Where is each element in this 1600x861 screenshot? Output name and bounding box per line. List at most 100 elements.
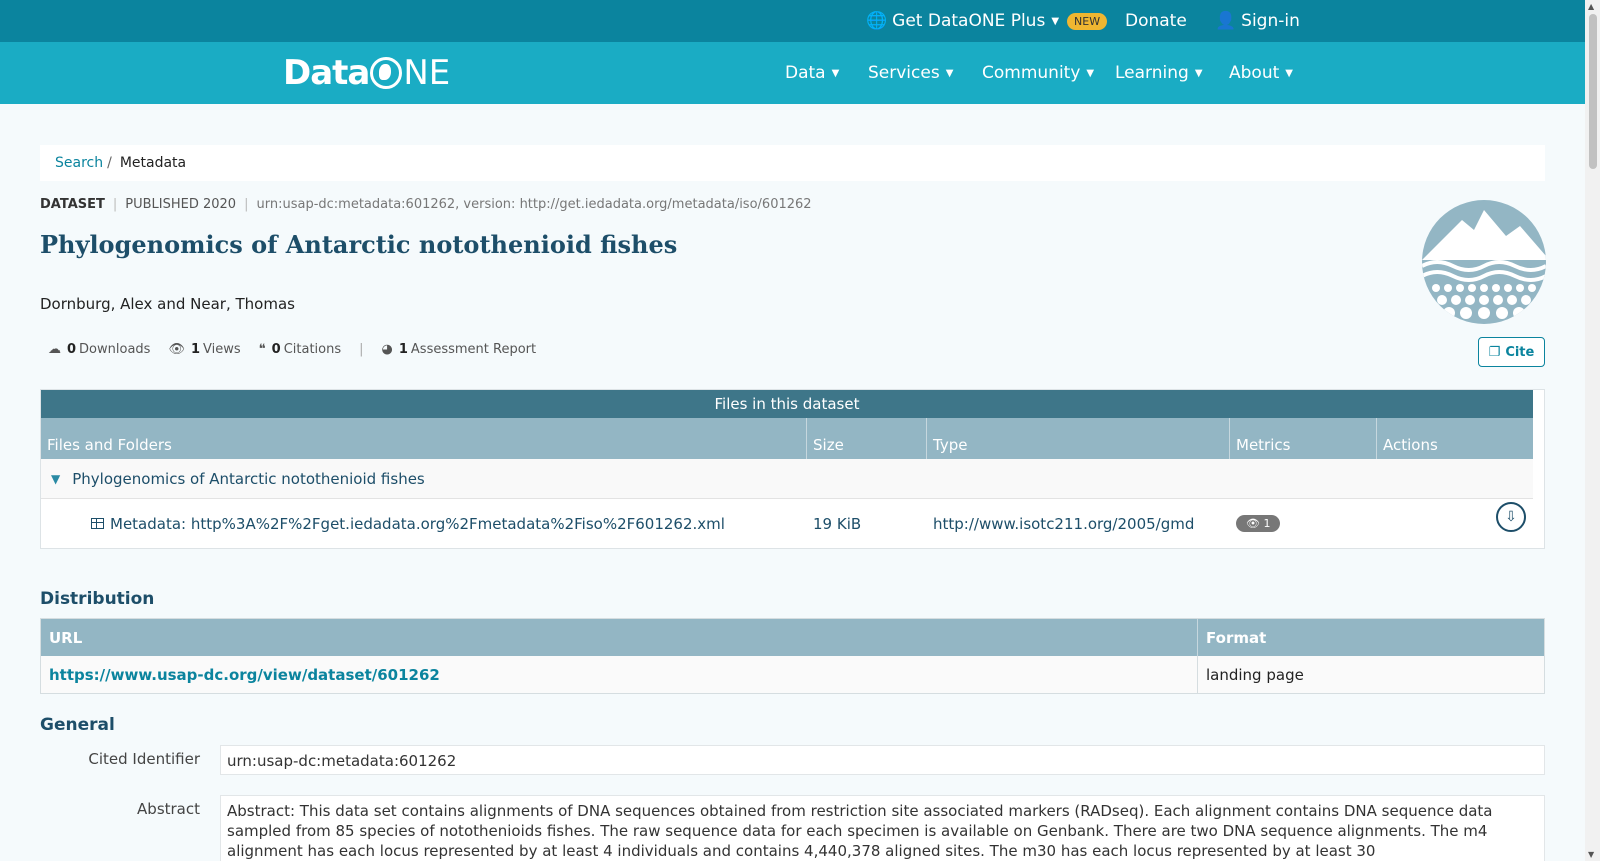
cite-label: Cite <box>1505 344 1535 360</box>
table-icon <box>91 518 104 529</box>
gauge-icon: ◕ <box>381 342 393 357</box>
caret-down-icon[interactable]: ▼ <box>51 472 60 486</box>
scrollbar-thumb[interactable] <box>1589 14 1597 169</box>
general-heading: General <box>40 715 115 735</box>
chevron-down-icon: ▼ <box>831 67 840 79</box>
dataset-meta-line: DATASET | PUBLISHED 2020 | urn:usap-dc:m… <box>40 197 812 212</box>
nav-services-label: Services <box>868 63 940 83</box>
column-metrics[interactable]: Metrics <box>1230 418 1377 459</box>
quote-icon: ❝ <box>258 342 266 357</box>
nav-about[interactable]: About ▼ <box>1229 42 1293 104</box>
copy-icon: ❐ <box>1488 344 1501 360</box>
cited-identifier-value: urn:usap-dc:metadata:601262 <box>220 745 1545 775</box>
chevron-down-icon: ▼ <box>1194 67 1203 79</box>
nav-data[interactable]: Data ▼ <box>785 42 839 104</box>
abstract-value: Abstract: This data set contains alignme… <box>220 795 1545 861</box>
dataset-authors: Dornburg, Alex and Near, Thomas <box>40 295 295 313</box>
citations-metric[interactable]: ❝ 0 Citations <box>259 342 341 357</box>
breadcrumb-search-link[interactable]: Search <box>55 155 103 171</box>
page-title: Phylogenomics of Antarctic notothenioid … <box>40 230 678 259</box>
downloads-metric[interactable]: ☁ 0 Downloads <box>48 342 150 357</box>
distribution-table: URL Format https://www.usap-dc.org/view/… <box>40 618 1545 694</box>
files-table-heading: Files in this dataset <box>41 390 1533 418</box>
usap-dc-logo <box>1422 200 1546 324</box>
column-files-and-folders[interactable]: Files and Folders <box>41 418 807 459</box>
abstract-label: Abstract <box>137 800 200 818</box>
eye-icon: 👁 <box>1246 517 1264 530</box>
assessment-label: Assessment Report <box>410 342 537 357</box>
views-count: 1 <box>190 342 201 357</box>
citations-count: 0 <box>271 342 281 357</box>
dataset-type: DATASET <box>40 197 105 212</box>
assessment-report-metric[interactable]: ◕ 1 Assessment Report <box>382 342 537 357</box>
divider: | <box>244 197 249 212</box>
chevron-down-icon: ▼ <box>1086 67 1095 79</box>
logo-text-data: Data <box>283 53 370 93</box>
column-type[interactable]: Type <box>927 418 1230 459</box>
dataone-logo[interactable]: Data NE <box>283 53 451 93</box>
file-name: Metadata: http%3A%2F%2Fget.iedadata.org%… <box>110 514 725 533</box>
files-table: Files in this dataset Files and Folders … <box>40 389 1545 549</box>
nav-data-label: Data <box>785 63 826 83</box>
cloud-download-icon: ⇩ <box>1505 509 1517 525</box>
column-size[interactable]: Size <box>807 418 927 459</box>
logo-text-ne: NE <box>403 53 451 93</box>
scroll-up-icon[interactable]: ▲ <box>1588 2 1594 11</box>
download-button[interactable]: ⇩ <box>1496 502 1526 532</box>
logo-globe-icon <box>370 57 403 89</box>
file-type: http://www.isotc211.org/2005/gmd <box>933 514 1195 533</box>
files-table-columns: Files and Folders Size Type Metrics Acti… <box>41 418 1533 459</box>
cited-identifier-label: Cited Identifier <box>88 750 200 768</box>
breadcrumb-current: Metadata <box>119 155 187 171</box>
cloud-download-icon: ☁ <box>48 342 61 357</box>
nav-community[interactable]: Community ▼ <box>982 42 1094 104</box>
views-metric[interactable]: 👁 1 Views <box>168 342 240 357</box>
column-actions[interactable]: Actions <box>1377 418 1533 459</box>
folder-row[interactable]: ▼ Phylogenomics of Antarctic notothenioi… <box>41 459 1533 499</box>
nav-community-label: Community <box>982 63 1081 83</box>
citations-label: Citations <box>283 342 342 357</box>
column-format: Format <box>1197 619 1544 656</box>
scroll-down-icon[interactable]: ▼ <box>1588 850 1594 859</box>
downloads-label: Downloads <box>79 342 151 357</box>
published-year: PUBLISHED 2020 <box>125 197 237 212</box>
dataset-metrics: ☁ 0 Downloads 👁 1 Views ❝ 0 Citations | ◕ 1 Asse… <box>48 342 554 357</box>
assessment-count: 1 <box>398 342 408 357</box>
globe-icon: 🌐 <box>866 11 888 31</box>
file-size: 19 KiB <box>813 514 862 533</box>
distribution-heading: Distribution <box>40 589 155 609</box>
page-scrollbar[interactable]: ▲ ▼ <box>1585 0 1600 861</box>
distribution-url-link[interactable]: https://www.usap-dc.org/view/dataset/601… <box>49 666 440 684</box>
distribution-table-header: URL Format <box>41 619 1544 656</box>
table-row: https://www.usap-dc.org/view/dataset/601… <box>41 656 1544 693</box>
nav-learning-label: Learning <box>1115 63 1189 83</box>
get-dataone-plus-menu[interactable]: 🌐 Get DataONE Plus ▼ NEW <box>866 0 1108 42</box>
divider: | <box>359 342 364 357</box>
eye-icon: 👁 <box>168 342 185 357</box>
nav-services[interactable]: Services ▼ <box>868 42 953 104</box>
folder-name: Phylogenomics of Antarctic notothenioid … <box>72 469 425 488</box>
chevron-down-icon: ▼ <box>1051 15 1060 27</box>
new-badge: NEW <box>1067 12 1108 30</box>
table-row: Metadata: http%3A%2F%2Fget.iedadata.org%… <box>41 498 1533 549</box>
main-navigation: Data NE Data ▼ Services ▼ Community ▼ Learni… <box>0 42 1585 104</box>
dataset-identifier: urn:usap-dc:metadata:601262, version: ht… <box>256 197 812 212</box>
file-views-count: 1 <box>1263 517 1271 530</box>
breadcrumb: Search / Metadata <box>40 145 1545 181</box>
downloads-count: 0 <box>67 342 77 357</box>
nav-learning[interactable]: Learning ▼ <box>1115 42 1203 104</box>
file-name-cell[interactable]: Metadata: http%3A%2F%2Fget.iedadata.org%… <box>91 498 725 549</box>
nav-about-label: About <box>1229 63 1280 83</box>
donate-link[interactable]: Donate <box>1125 0 1187 42</box>
cite-button[interactable]: ❐ Cite <box>1478 337 1545 367</box>
chevron-down-icon: ▼ <box>945 67 954 79</box>
column-url: URL <box>49 628 83 647</box>
sign-in-label: Sign-in <box>1241 11 1300 31</box>
sign-in-link[interactable]: 👤 Sign-in <box>1215 0 1300 42</box>
top-utility-bar: 🌐 Get DataONE Plus ▼ NEW Donate 👤 Sign-i… <box>0 0 1585 42</box>
get-dataone-plus-label: Get DataONE Plus <box>892 11 1046 31</box>
breadcrumb-separator: / <box>107 155 112 171</box>
views-pill: 👁 1 <box>1236 515 1281 532</box>
user-icon: 👤 <box>1215 11 1237 31</box>
file-views-badge: 👁 1 <box>1236 498 1281 549</box>
